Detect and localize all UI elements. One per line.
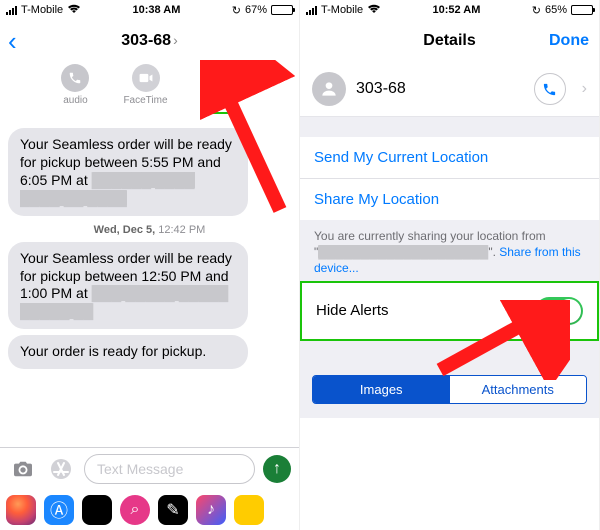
segment-attachments[interactable]: Attachments: [450, 376, 587, 403]
incoming-message[interactable]: Your order is ready for pickup.: [8, 335, 248, 369]
audio-label: audio: [63, 95, 87, 106]
segment-images[interactable]: Images: [313, 376, 450, 403]
hide-alerts-toggle[interactable]: [535, 297, 583, 325]
contact-name: 303-68: [356, 80, 524, 98]
details-screen: T-Mobile 10:52 AM ↻ 65% Details Done 303…: [300, 0, 600, 530]
conversation-actions: audio FaceTime i info: [0, 62, 299, 122]
hide-alerts-label: Hide Alerts: [316, 302, 389, 319]
message-input-bar: Text Message ↑: [0, 447, 299, 490]
nav-bar: ‹ 303-68›: [0, 20, 299, 62]
info-label: info: [211, 99, 227, 110]
carrier-label: T-Mobile: [321, 4, 363, 16]
clock: 10:52 AM: [433, 4, 481, 16]
battery-percent: 67%: [245, 4, 267, 16]
battery-icon: [571, 5, 593, 15]
wifi-icon: [367, 3, 381, 17]
send-button[interactable]: ↑: [263, 455, 291, 483]
page-title: Details: [423, 32, 475, 50]
app-drawer[interactable]: Ⓐ ⌕ ✎ ♪: [0, 490, 299, 530]
messages-screen: T-Mobile 10:38 AM ↻ 67% ‹ 303-68› audio …: [0, 0, 300, 530]
done-button[interactable]: Done: [549, 32, 589, 50]
nav-bar: Details Done: [300, 20, 599, 62]
facetime-button[interactable]: FaceTime: [123, 64, 167, 114]
signal-icon: [306, 6, 317, 15]
info-icon: i: [206, 68, 234, 96]
message-list[interactable]: Your Seamless order will be ready for pi…: [0, 122, 299, 447]
status-bar: T-Mobile 10:38 AM ↻ 67%: [0, 0, 299, 20]
drawer-app-icon[interactable]: ✎: [158, 495, 188, 525]
camera-icon[interactable]: [8, 454, 38, 484]
segmented-control: Images Attachments: [312, 375, 587, 404]
location-description: You are currently sharing your location …: [300, 220, 599, 281]
call-button[interactable]: [534, 73, 566, 105]
hide-alerts-row: Hide Alerts: [302, 283, 597, 339]
drawer-app-icon[interactable]: ♪: [196, 495, 226, 525]
contact-row[interactable]: 303-68 ›: [300, 62, 599, 117]
drawer-app-icon[interactable]: [82, 495, 112, 525]
drawer-app-icon[interactable]: Ⓐ: [44, 495, 74, 525]
clock: 10:38 AM: [133, 4, 181, 16]
settings-list: Send My Current Location Share My Locati…: [300, 117, 599, 418]
carrier-label: T-Mobile: [21, 4, 63, 16]
audio-call-button[interactable]: audio: [61, 64, 89, 114]
video-icon: [132, 64, 160, 92]
incoming-message[interactable]: Your Seamless order will be ready for pi…: [8, 242, 248, 330]
status-bar: T-Mobile 10:52 AM ↻ 65%: [300, 0, 599, 20]
rotation-lock-icon: ↻: [532, 4, 541, 17]
wifi-icon: [67, 3, 81, 17]
drawer-app-icon[interactable]: ⌕: [120, 495, 150, 525]
facetime-label: FaceTime: [123, 95, 167, 106]
drawer-app-icon[interactable]: [234, 495, 264, 525]
incoming-message[interactable]: Your Seamless order will be ready for pi…: [8, 128, 248, 216]
send-location-button[interactable]: Send My Current Location: [300, 137, 599, 178]
conversation-title[interactable]: 303-68›: [121, 32, 178, 50]
timestamp: Wed, Dec 5, 12:42 PM: [8, 224, 291, 236]
signal-icon: [6, 6, 17, 15]
battery-icon: [271, 5, 293, 15]
message-input[interactable]: Text Message: [84, 454, 255, 484]
app-store-icon[interactable]: [46, 454, 76, 484]
phone-icon: [61, 64, 89, 92]
drawer-app-icon[interactable]: [6, 495, 36, 525]
battery-percent: 65%: [545, 4, 567, 16]
share-location-button[interactable]: Share My Location: [300, 178, 599, 220]
chevron-right-icon: ›: [582, 80, 587, 98]
avatar-icon: [312, 72, 346, 106]
info-button[interactable]: i info: [202, 64, 238, 114]
rotation-lock-icon: ↻: [232, 4, 241, 17]
back-button[interactable]: ‹: [8, 26, 17, 57]
